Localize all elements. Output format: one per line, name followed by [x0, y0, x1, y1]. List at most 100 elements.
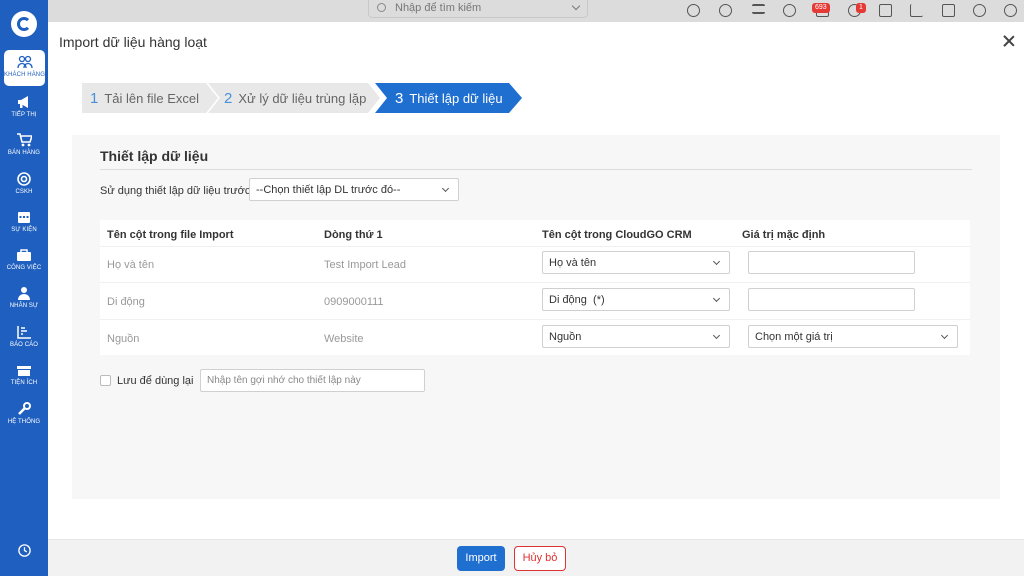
- modal-footer: Import Hủy bỏ: [48, 539, 1024, 576]
- cancel-button[interactable]: Hủy bỏ: [514, 546, 566, 571]
- search-placeholder: Nhập để tìm kiếm: [395, 2, 482, 14]
- megaphone-icon: [18, 96, 28, 108]
- crm-column-select[interactable]: Nguồn: [542, 325, 730, 348]
- chart-icon[interactable]: [910, 4, 923, 17]
- sidebar-item-label: HỆ THỐNG: [7, 419, 41, 425]
- history-button[interactable]: [0, 543, 48, 558]
- modal-title: Import dữ liệu hàng loạt: [59, 34, 207, 50]
- import-column-cell: Họ và tên: [107, 259, 155, 271]
- row-divider: [100, 319, 970, 320]
- sidebar-item-tasks[interactable]: CÔNG VIỆC: [0, 248, 48, 271]
- row-divider: [100, 282, 970, 283]
- list-icon[interactable]: [752, 4, 765, 14]
- crm-column-select[interactable]: Di động (*): [542, 288, 730, 311]
- mapping-table: Tên cột trong file Import Dòng thứ 1 Tên…: [100, 220, 970, 355]
- info-icon[interactable]: [687, 4, 700, 17]
- report-icon: [17, 326, 31, 339]
- first-row-cell: 0909000111: [324, 296, 384, 308]
- step-upload[interactable]: 1 Tải lên file Excel: [82, 83, 218, 113]
- row-divider: [100, 246, 970, 247]
- select-value: Nguồn: [549, 331, 582, 343]
- chevron-down-icon: [712, 257, 721, 266]
- lifebuoy-icon: [17, 172, 31, 186]
- add-icon[interactable]: [719, 4, 732, 17]
- previous-setting-label: Sử dụng thiết lập dữ liệu trước: [100, 185, 251, 197]
- chevron-down-icon: [441, 184, 450, 193]
- sidebar-item-customers[interactable]: KHÁCH HÀNG: [4, 50, 45, 86]
- sidebar-item-label: CSKH: [15, 189, 33, 195]
- step-duplicates[interactable]: 2 Xử lý dữ liệu trùng lặp: [208, 83, 380, 113]
- sidebar-item-label: CÔNG VIỆC: [6, 265, 42, 271]
- calendar-icon[interactable]: [879, 4, 892, 17]
- default-value-input[interactable]: [748, 251, 915, 274]
- sidebar-item-utilities[interactable]: TIỆN ÍCH: [0, 363, 48, 386]
- sidebar-item-sales[interactable]: BÁN HÀNG: [0, 133, 48, 156]
- search-input[interactable]: Nhập để tìm kiếm: [368, 0, 588, 18]
- select-value: Họ và tên: [549, 257, 597, 269]
- sidebar-item-label: KHÁCH HÀNG: [4, 72, 46, 78]
- save-setting-checkbox[interactable]: [100, 375, 111, 386]
- divider: [100, 169, 972, 170]
- sidebar-item-label: BÁN HÀNG: [7, 150, 41, 156]
- chevron-down-icon: [712, 331, 721, 340]
- previous-setting-select[interactable]: --Chọn thiết lập DL trước đó--: [249, 178, 459, 201]
- sidebar-item-support[interactable]: CSKH: [0, 172, 48, 195]
- crm-column-select[interactable]: Họ và tên: [542, 251, 730, 274]
- close-button[interactable]: [1002, 34, 1016, 48]
- chevron-down-icon: [940, 331, 949, 340]
- calendar-icon: [18, 212, 30, 223]
- sidebar-item-system[interactable]: HỆ THỐNG: [0, 402, 48, 425]
- sidebar-item-label: TIỆN ÍCH: [10, 380, 38, 386]
- search-icon: [377, 3, 386, 12]
- notification-badge: 693: [812, 3, 830, 13]
- sidebar-item-label: BÁO CÁO: [9, 342, 39, 348]
- step-number: 1: [90, 89, 99, 107]
- settings-icon[interactable]: [1004, 4, 1017, 17]
- column-header: Tên cột trong CloudGO CRM: [542, 229, 692, 241]
- import-button[interactable]: Import: [457, 546, 505, 571]
- person-icon: [18, 287, 30, 300]
- select-value: --Chọn thiết lập DL trước đó--: [256, 184, 401, 196]
- wrench-icon: [18, 402, 31, 415]
- import-column-cell: Nguồn: [107, 333, 140, 345]
- step-label: Xử lý dữ liệu trùng lặp: [238, 90, 367, 106]
- task-check-icon[interactable]: [942, 4, 955, 17]
- user-icon[interactable]: [973, 4, 986, 17]
- cart-icon: [17, 133, 32, 147]
- chevron-down-icon: [712, 294, 721, 303]
- input-placeholder: Nhập tên gợi nhớ cho thiết lập này: [207, 375, 361, 386]
- step-setup[interactable]: 3 Thiết lập dữ liệu: [375, 83, 523, 113]
- setup-panel: Thiết lập dữ liệu Sử dụng thiết lập dữ l…: [72, 135, 1000, 499]
- step-label: Tải lên file Excel: [104, 90, 199, 106]
- column-header: Tên cột trong file Import: [107, 229, 234, 241]
- import-modal: Import dữ liệu hàng loạt 1 Tải lên file E…: [48, 22, 1024, 576]
- panel-title: Thiết lập dữ liệu: [100, 148, 209, 164]
- step-number: 2: [224, 89, 233, 107]
- sidebar-item-label: TIẾP THỊ: [11, 112, 37, 118]
- clock-icon: [17, 544, 31, 557]
- default-value-input[interactable]: [748, 288, 915, 311]
- setting-name-input[interactable]: Nhập tên gợi nhớ cho thiết lập này: [200, 369, 425, 392]
- sidebar-item-label: SỰ KIỆN: [11, 227, 37, 233]
- sidebar-item-reports[interactable]: BÁO CÁO: [0, 325, 48, 348]
- chat-badge: 1: [856, 3, 866, 13]
- default-value-select[interactable]: Chọn một giá trị: [748, 325, 958, 348]
- briefcase-icon: [17, 249, 31, 261]
- step-label: Thiết lập dữ liệu: [409, 90, 503, 106]
- select-value: Di động (*): [549, 294, 605, 306]
- import-column-cell: Di động: [107, 296, 145, 308]
- first-row-cell: Test Import Lead: [324, 259, 406, 271]
- sidebar-item-label: NHÂN SỰ: [9, 303, 39, 309]
- users-icon: [16, 55, 33, 69]
- sidebar-item-events[interactable]: SỰ KIỆN: [0, 210, 48, 233]
- save-setting-label: Lưu để dùng lại: [117, 375, 194, 387]
- app-logo[interactable]: [11, 11, 37, 37]
- first-row-cell: Website: [324, 333, 364, 345]
- refresh-icon[interactable]: [783, 4, 796, 17]
- select-value: Chọn một giá trị: [755, 331, 833, 343]
- sidebar-item-staff[interactable]: NHÂN SỰ: [0, 286, 48, 309]
- step-number: 3: [395, 89, 404, 107]
- sidebar-item-marketing[interactable]: TIẾP THỊ: [0, 95, 48, 118]
- chevron-down-icon: [571, 1, 581, 11]
- top-bar: Nhập để tìm kiếm 693 1: [48, 0, 1024, 22]
